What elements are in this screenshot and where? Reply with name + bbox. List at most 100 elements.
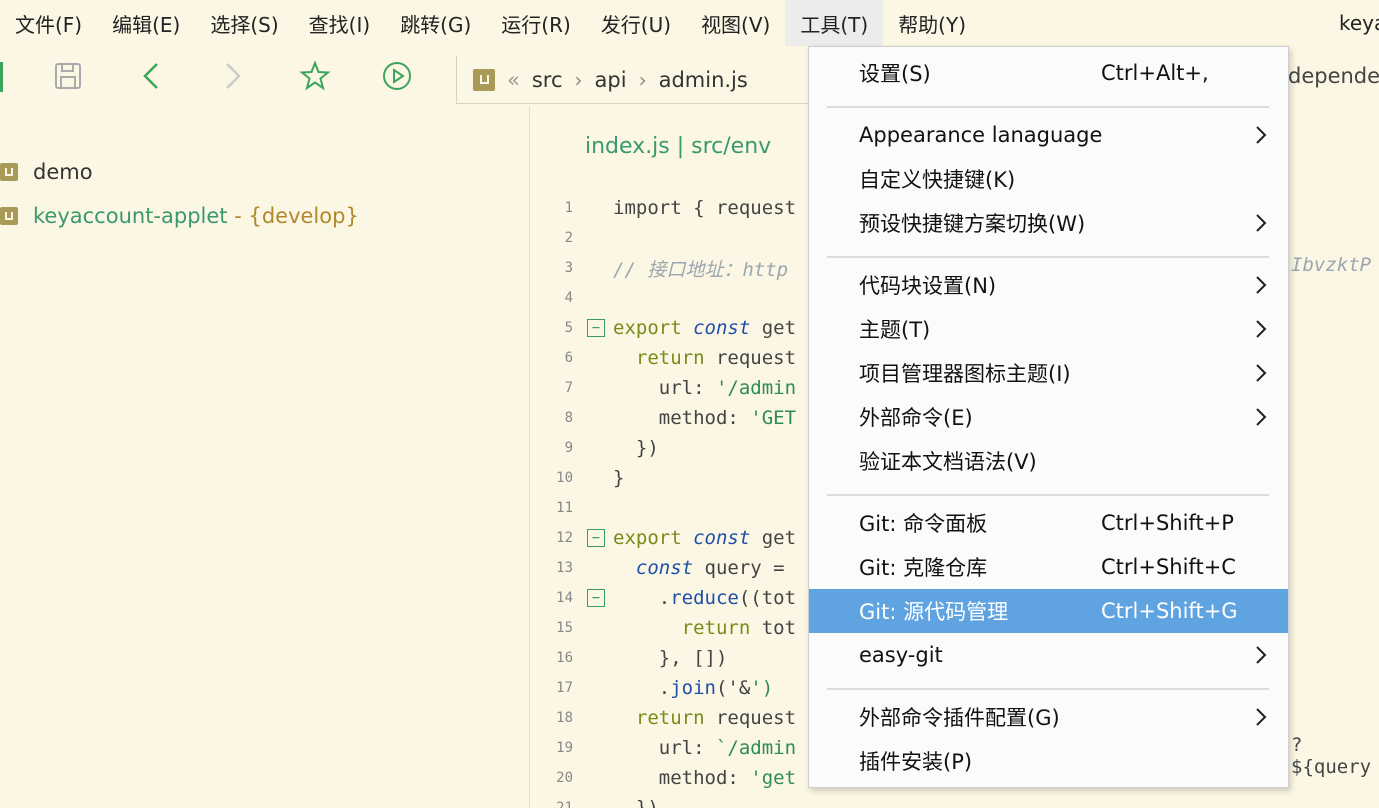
menu-item[interactable]: Git: 源代码管理 Ctrl+Shift+G [809,589,1288,633]
back-icon[interactable] [136,60,168,92]
menu-item-label: 外部命令插件配置(G) [859,706,1060,730]
breadcrumb-api[interactable]: api [595,68,627,92]
menu-item[interactable]: 代码块设置(N) [809,263,1288,307]
line-number: 5 [564,320,573,336]
line-number: 14 [556,590,573,606]
breadcrumb-separator: › [574,67,583,92]
project-item-demo[interactable]: demo [0,157,93,187]
breadcrumb-separator: › [638,67,647,92]
tools-dropdown-menu: 设置(S) Ctrl+Alt+, Appearance lanaguage 自定义快捷… [808,46,1289,788]
project-name: keyaccount-applet [33,204,228,228]
menu-item-label: 设置(S) [859,62,931,86]
menu-item[interactable]: easy-git [809,633,1288,677]
menu-item[interactable]: 项目管理器图标主题(I) [809,351,1288,395]
breadcrumb: « src › api › admin.js [456,56,856,104]
fold-toggle-icon[interactable]: − [587,319,605,337]
project-icon [0,207,18,225]
project-name: demo [33,160,93,184]
code-text: url: `/admin [613,737,797,759]
menu-tools[interactable]: 工具(T) [785,0,884,46]
menu-item-shortcut: Ctrl+Alt+, [1101,61,1209,85]
menu-publish[interactable]: 发行(U) [586,0,686,46]
menu-item-label: Git: 源代码管理 [859,600,1009,624]
star-icon[interactable] [299,60,331,92]
menu-find[interactable]: 查找(I) [294,0,386,46]
line-number: 3 [564,260,573,276]
code-text: export const get [613,527,797,549]
menu-item-shortcut: Ctrl+Shift+C [1101,555,1236,579]
code-line[interactable]: 21 }) [531,793,1379,808]
submenu-arrow-icon [1256,126,1267,144]
submenu-arrow-icon [1256,646,1267,664]
menu-item[interactable]: 外部命令(E) [809,395,1288,439]
menu-separator [827,106,1269,108]
menu-item-label: 预设快捷键方案切换(W) [859,212,1086,236]
menu-separator [827,256,1269,258]
code-text: return request [635,347,797,369]
code-text: import { request [613,197,797,219]
right-tab-label[interactable]: dependen [1288,64,1379,88]
menu-help[interactable]: 帮助(Y) [883,0,981,46]
menu-item[interactable]: Git: 命令面板 Ctrl+Shift+P [809,501,1288,545]
menu-item-label: 主题(T) [859,318,931,342]
project-sidebar: demo keyaccount-applet - {develop} [0,106,530,808]
breadcrumb-src[interactable]: src [532,68,563,92]
code-text: }) [613,797,659,808]
menu-edit[interactable]: 编辑(E) [97,0,195,46]
line-number: 15 [556,620,573,636]
code-text: const query = [635,557,797,579]
line-number: 10 [556,470,573,486]
line-number: 8 [564,410,573,426]
breadcrumb-file[interactable]: admin.js [659,68,748,92]
code-text: export const get [613,317,797,339]
window-title: keya [1339,11,1379,35]
menu-file[interactable]: 文件(F) [0,0,97,46]
menu-separator [827,688,1269,690]
menu-item-label: 自定义快捷键(K) [859,168,1016,192]
menu-item[interactable]: 外部命令插件配置(G) [809,695,1288,739]
line-number: 17 [556,680,573,696]
project-item-keyaccount[interactable]: keyaccount-applet - {develop} [0,201,359,231]
menu-select[interactable]: 选择(S) [195,0,293,46]
menu-goto[interactable]: 跳转(G) [385,0,486,46]
menu-bar: 文件(F) 编辑(E) 选择(S) 查找(I) 跳转(G) 运行(R) 发行(U… [0,0,1379,46]
line-number: 18 [556,710,573,726]
code-text: }) [613,437,659,459]
fold-toggle-icon[interactable]: − [587,589,605,607]
code-text: return request [635,707,797,729]
menu-item[interactable]: 主题(T) [809,307,1288,351]
line-number: 4 [564,290,573,306]
run-icon[interactable] [381,60,413,92]
menu-item-label: easy-git [859,643,943,667]
line-number: 21 [556,800,573,808]
line-number: 16 [556,650,573,666]
menu-item[interactable]: 验证本文档语法(V) [809,439,1288,483]
forward-icon[interactable] [216,60,248,92]
submenu-arrow-icon [1256,708,1267,726]
menu-view[interactable]: 视图(V) [686,0,785,46]
code-overflow-fragment: ?${query [1291,734,1372,778]
save-icon[interactable] [52,60,84,92]
editor-file-header: index.js | src/env [585,134,772,159]
code-text: } [613,467,625,489]
code-overflow-fragment: IbvzktP [1291,254,1372,276]
menu-run[interactable]: 运行(R) [486,0,586,46]
active-indicator [0,62,3,92]
menu-item-label: 项目管理器图标主题(I) [859,362,1071,386]
menu-item-shortcut: Ctrl+Shift+G [1101,599,1238,623]
menu-item[interactable]: 设置(S) Ctrl+Alt+, [809,51,1288,95]
history-arrows-icon[interactable]: « [507,68,520,92]
line-number: 12 [556,530,573,546]
line-number: 1 [564,200,573,216]
menu-item[interactable]: 自定义快捷键(K) [809,157,1288,201]
fold-toggle-icon[interactable]: − [587,529,605,547]
project-icon [0,163,18,181]
code-text: .reduce((tot [613,587,797,609]
submenu-arrow-icon [1256,364,1267,382]
menu-item[interactable]: Appearance lanaguage [809,113,1288,157]
menu-item[interactable]: 预设快捷键方案切换(W) [809,201,1288,245]
menu-item[interactable]: 插件安装(P) [809,739,1288,783]
branch-name: {develop} [248,204,359,228]
menu-item[interactable]: Git: 克隆仓库 Ctrl+Shift+C [809,545,1288,589]
submenu-arrow-icon [1256,320,1267,338]
